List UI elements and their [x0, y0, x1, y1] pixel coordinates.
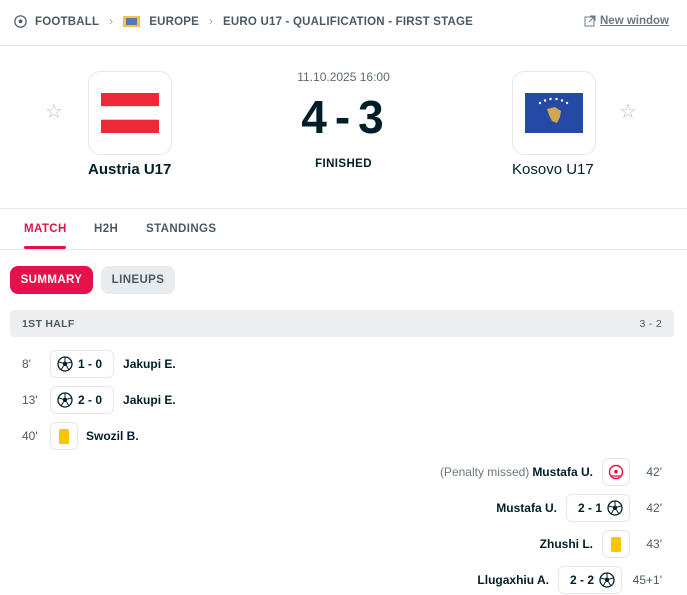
- external-link-icon: [584, 15, 596, 27]
- tab-h2h[interactable]: H2H: [94, 223, 118, 235]
- incident-player[interactable]: Swozil B.: [86, 429, 139, 443]
- incident-score: 2 - 1: [577, 501, 602, 515]
- incident-player[interactable]: Mustafa U.: [532, 465, 593, 479]
- europe-flag-icon: [123, 16, 141, 27]
- incident-time: 42': [646, 465, 662, 479]
- soccer-ball-icon: [57, 392, 73, 408]
- match-header: ☆ Austria U17 11.10.2025 16:00 4-3 FINIS…: [0, 46, 687, 209]
- penalty-missed-icon: [608, 464, 624, 480]
- incident-time: 8': [22, 357, 31, 371]
- card-box: [50, 422, 78, 450]
- new-window-link[interactable]: New window: [584, 15, 669, 27]
- breadcrumb-sport[interactable]: FOOTBALL: [35, 16, 99, 28]
- half-score: 3 - 2: [639, 318, 662, 330]
- incident-row: Llugaxhiu A. 2 - 2 45+1': [477, 566, 662, 594]
- active-tab-indicator: [24, 246, 66, 249]
- incident-time: 13': [22, 393, 38, 407]
- favorite-star-icon[interactable]: ☆: [619, 102, 639, 122]
- incident-player[interactable]: Jakupi E.: [123, 357, 176, 371]
- tab-standings[interactable]: STANDINGS: [146, 223, 216, 235]
- match-tabs: MATCH H2H STANDINGS: [0, 209, 687, 250]
- subtab-summary[interactable]: SUMMARY: [10, 266, 93, 294]
- tab-match[interactable]: MATCH: [24, 223, 67, 235]
- goal-box: 2 - 0: [50, 386, 115, 414]
- breadcrumb-competition[interactable]: EURO U17 - QUALIFICATION - FIRST STAGE: [223, 16, 473, 28]
- incident-score: 2 - 0: [78, 393, 103, 407]
- incident-time: 42': [646, 501, 662, 515]
- subtab-lineups[interactable]: LINEUPS: [101, 266, 175, 294]
- incident-time: 40': [22, 429, 38, 443]
- incident-score: 1 - 0: [78, 357, 103, 371]
- incident-score: 2 - 2: [569, 573, 594, 587]
- away-team-name[interactable]: Kosovo U17: [512, 161, 594, 178]
- incident-time: 43': [646, 537, 662, 551]
- goal-box: 2 - 2: [557, 566, 622, 594]
- incident-player[interactable]: Llugaxhiu A.: [477, 573, 549, 587]
- football-icon: [14, 15, 27, 28]
- breadcrumb-bar: FOOTBALL › EUROPE › EURO U17 - QUALIFICA…: [0, 0, 687, 46]
- half-header: 1ST HALF 3 - 2: [10, 310, 674, 337]
- soccer-ball-icon: [57, 356, 73, 372]
- away-score: 3: [358, 91, 386, 143]
- home-score: 4: [301, 91, 329, 143]
- incident-row: (Penalty missed) Mustafa U. 42': [440, 458, 662, 486]
- incident-player[interactable]: Zhushi L.: [540, 537, 593, 551]
- soccer-ball-icon: [607, 500, 623, 516]
- incident-player[interactable]: Jakupi E.: [123, 393, 176, 407]
- incident-time: 45+1': [632, 573, 662, 587]
- goal-box: 2 - 1: [565, 494, 630, 522]
- card-box: [602, 530, 630, 558]
- score-separator: -: [334, 91, 353, 143]
- penalty-missed-box: [602, 458, 630, 486]
- incident-row: Mustafa U. 2 - 1 42': [496, 494, 662, 522]
- incident-row: 13' 2 - 0 Jakupi E.: [22, 386, 176, 414]
- half-label: 1ST HALF: [22, 318, 75, 330]
- incident-player[interactable]: Mustafa U.: [496, 501, 557, 515]
- chevron-right-icon: ›: [209, 15, 214, 28]
- kosovo-flag-icon: [525, 93, 583, 133]
- breadcrumb-region[interactable]: EUROPE: [149, 16, 199, 28]
- soccer-ball-icon: [599, 572, 615, 588]
- goal-box: 1 - 0: [50, 350, 115, 378]
- breadcrumb: FOOTBALL › EUROPE › EURO U17 - QUALIFICA…: [14, 15, 473, 28]
- chevron-right-icon: ›: [109, 15, 114, 28]
- incident-row: Zhushi L. 43': [540, 530, 662, 558]
- away-team-logo[interactable]: [512, 71, 596, 155]
- yellow-card-icon: [59, 428, 69, 444]
- incident-row: 8' 1 - 0 Jakupi E.: [22, 350, 176, 378]
- yellow-card-icon: [611, 536, 621, 552]
- incident-note: (Penalty missed): [439, 465, 530, 479]
- new-window-label: New window: [600, 15, 669, 27]
- incident-row: 40' Swozil B.: [22, 422, 139, 450]
